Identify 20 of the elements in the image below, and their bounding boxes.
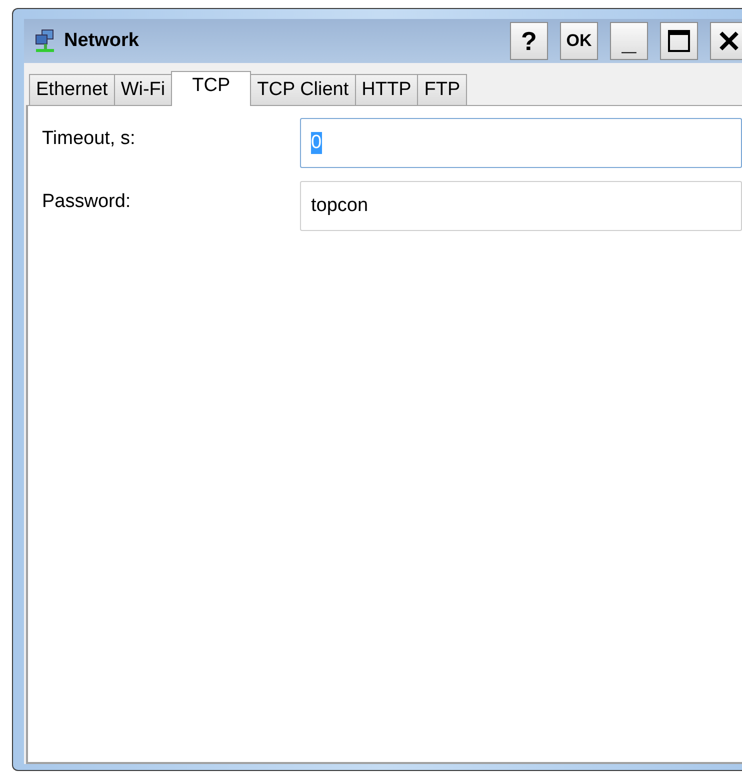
input-field[interactable]: topcon [300, 181, 742, 231]
tab[interactable]: HTTP [354, 74, 418, 106]
field-value: topcon [311, 195, 368, 217]
maximize-button[interactable] [660, 22, 698, 60]
field-value: 0 [311, 132, 322, 154]
field-label: Password: [42, 190, 132, 213]
title-bar-button[interactable]: ? [510, 22, 548, 60]
title-bar-button[interactable]: _ [610, 22, 648, 60]
field-label: Timeout, s: [42, 127, 136, 150]
close-icon [718, 30, 740, 52]
network-computers-icon [34, 29, 56, 53]
tab[interactable]: TCP [171, 71, 252, 106]
window-title: Network [64, 30, 140, 52]
maximize-icon [667, 29, 691, 53]
tab[interactable]: Ethernet [29, 74, 115, 106]
title-bar-button[interactable]: OK [560, 22, 598, 60]
tab[interactable]: TCP Client [250, 74, 356, 106]
tab[interactable]: FTP [417, 74, 468, 106]
tab[interactable]: Wi-Fi [114, 74, 172, 106]
close-button[interactable] [710, 22, 742, 60]
